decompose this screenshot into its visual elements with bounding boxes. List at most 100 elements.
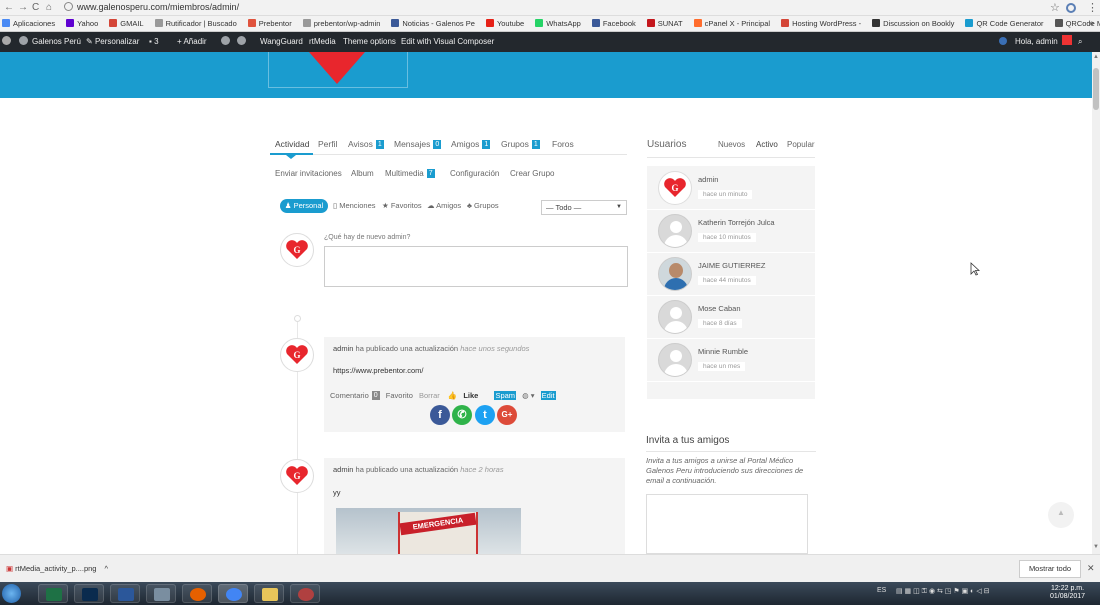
bookmark-item[interactable]: QR Code Generator bbox=[963, 16, 1044, 31]
comments-link[interactable]: ▪ 3 bbox=[149, 32, 159, 52]
bookmark-star-icon[interactable]: ☆ bbox=[1050, 1, 1060, 14]
bookmark-item[interactable]: Prebentor bbox=[246, 16, 292, 31]
bookmark-item[interactable]: GMAIL bbox=[107, 16, 144, 31]
start-button[interactable] bbox=[2, 584, 21, 603]
tab-mensajes[interactable]: Mensajes 0 bbox=[394, 139, 442, 149]
delete-button[interactable]: Borrar bbox=[419, 391, 440, 400]
edit-button[interactable]: Edit bbox=[540, 391, 556, 400]
info-icon[interactable] bbox=[64, 2, 73, 11]
twitter-icon[interactable]: t bbox=[475, 405, 495, 425]
bookmark-item[interactable]: prebentor/wp-admin bbox=[301, 16, 380, 31]
users-tab-active[interactable]: Activo bbox=[756, 140, 778, 149]
tab-amigos[interactable]: Amigos 1 bbox=[451, 139, 491, 149]
bookmarks-overflow-button[interactable]: » bbox=[1088, 16, 1094, 31]
activity-time[interactable]: hace 2 horas bbox=[460, 465, 503, 474]
users-tab-popular[interactable]: Popular bbox=[787, 140, 815, 149]
avatar[interactable] bbox=[658, 300, 692, 334]
customize-link[interactable]: ✎ Personalizar bbox=[86, 32, 139, 52]
back-to-top-button[interactable]: ▲ bbox=[1048, 502, 1074, 528]
bookmark-item[interactable]: Yahoo bbox=[64, 16, 98, 31]
filter-groups[interactable]: ♣ Grupos bbox=[467, 201, 499, 210]
word-app-icon[interactable] bbox=[110, 584, 140, 603]
tray-icons[interactable]: ▤ ▦ ◫ ⚿ ◉ ⇆ ◳ ⚑ ▣ ◐ ◁ ⊟ bbox=[896, 587, 990, 596]
photoshop-app-icon[interactable] bbox=[74, 584, 104, 603]
firefox-app-icon[interactable] bbox=[182, 584, 212, 603]
back-button[interactable]: ← bbox=[4, 2, 14, 13]
activity-filter-select[interactable]: — Todo — ▼ bbox=[541, 200, 627, 215]
account-menu[interactable]: Hola, admin bbox=[1015, 32, 1072, 52]
bookmark-item[interactable]: Discussion on Bookly bbox=[870, 16, 954, 31]
bookmark-item[interactable]: Aplicaciones bbox=[0, 16, 55, 31]
forward-button[interactable]: → bbox=[18, 2, 28, 13]
search-icon[interactable]: ⌕ bbox=[1078, 32, 1082, 52]
avatar[interactable] bbox=[658, 214, 692, 248]
invite-email-textarea[interactable] bbox=[646, 494, 808, 554]
tab-foros[interactable]: Foros bbox=[552, 139, 574, 149]
activity-user-link[interactable]: admin bbox=[333, 344, 353, 353]
bookmark-item[interactable]: Rutificador | Buscado bbox=[153, 16, 237, 31]
bookmark-item[interactable]: SUNAT bbox=[645, 16, 683, 31]
user-name-link[interactable]: Mose Caban bbox=[698, 304, 741, 313]
home-button[interactable]: ⌂ bbox=[46, 2, 52, 13]
avatar[interactable] bbox=[658, 257, 692, 291]
address-bar[interactable]: www.galenosperu.com/miembros/admin/ bbox=[64, 1, 1054, 14]
bookmark-item[interactable]: Facebook bbox=[590, 16, 636, 31]
facebook-icon[interactable]: f bbox=[430, 405, 450, 425]
activity-content[interactable]: https://www.prebentor.com/ bbox=[333, 366, 423, 375]
subtab-create-group[interactable]: Crear Grupo bbox=[510, 169, 554, 178]
bookmark-item[interactable]: cPanel X - Principal bbox=[692, 16, 770, 31]
activity-image[interactable]: EMERGENCIA bbox=[336, 508, 521, 554]
extension-icon[interactable] bbox=[1066, 3, 1076, 13]
bookmark-item[interactable]: Noticias - Galenos Pe bbox=[389, 16, 475, 31]
show-all-downloads-button[interactable]: Mostrar todo bbox=[1019, 560, 1081, 578]
wangguard-link[interactable]: WangGuard bbox=[260, 32, 303, 52]
bookmark-item[interactable]: WhatsApp bbox=[533, 16, 581, 31]
tool-app-icon[interactable] bbox=[146, 584, 176, 603]
privacy-icon[interactable]: ◍ ▾ bbox=[522, 391, 534, 400]
browser-menu-icon[interactable]: ⋮ bbox=[1087, 1, 1098, 14]
reload-button[interactable]: C bbox=[32, 2, 39, 13]
thumbs-up-icon[interactable]: 👍 bbox=[448, 391, 457, 400]
whatsapp-icon[interactable]: ✆ bbox=[452, 405, 472, 425]
scrollbar-thumb[interactable] bbox=[1093, 68, 1099, 110]
clock[interactable]: 12:22 p.m. 01/08/2017 bbox=[1050, 585, 1085, 601]
chrome-app-icon[interactable] bbox=[218, 584, 248, 603]
avatar[interactable]: G bbox=[658, 171, 692, 205]
tab-grupos[interactable]: Grupos 1 bbox=[501, 139, 540, 149]
misc-app-icon[interactable] bbox=[290, 584, 320, 603]
tab-perfil[interactable]: Perfil bbox=[318, 139, 337, 149]
new-content-link[interactable]: + Añadir bbox=[177, 32, 207, 52]
theme-options-link[interactable]: Theme options bbox=[343, 32, 396, 52]
status-dot-icon[interactable] bbox=[237, 32, 250, 52]
page-scrollbar[interactable]: ▲ ▼ bbox=[1092, 52, 1100, 554]
bookmark-item[interactable]: Youtube bbox=[484, 16, 524, 31]
updates-icon[interactable] bbox=[999, 32, 1007, 52]
activity-time[interactable]: hace unos segundos bbox=[460, 344, 529, 353]
user-name-link[interactable]: Minnie Rumble bbox=[698, 347, 748, 356]
subtab-invites[interactable]: Enviar invitaciones bbox=[275, 169, 342, 178]
tab-avisos[interactable]: Avisos 1 bbox=[348, 139, 384, 149]
language-indicator[interactable]: ES bbox=[877, 587, 886, 594]
user-name-link[interactable]: Katherin Torrejón Julca bbox=[698, 218, 775, 227]
tab-actividad[interactable]: Actividad bbox=[275, 139, 310, 149]
yoast-icon[interactable] bbox=[221, 32, 234, 52]
user-name-link[interactable]: JAIME GUTIERREZ bbox=[698, 261, 766, 270]
excel-app-icon[interactable] bbox=[38, 584, 68, 603]
rtmedia-link[interactable]: rtMedia bbox=[309, 32, 336, 52]
user-name-link[interactable]: admin bbox=[698, 175, 718, 184]
filter-favorites[interactable]: ★ Favoritos bbox=[382, 201, 422, 210]
avatar[interactable] bbox=[658, 343, 692, 377]
like-button[interactable]: Like bbox=[463, 391, 478, 400]
chevron-up-icon[interactable]: ^ bbox=[104, 564, 108, 573]
googleplus-icon[interactable]: G+ bbox=[497, 405, 517, 425]
comment-button[interactable]: Comentario 0 bbox=[330, 391, 380, 400]
favorite-button[interactable]: Favorito bbox=[386, 391, 413, 400]
activity-user-link[interactable]: admin bbox=[333, 465, 353, 474]
wordpress-icon[interactable] bbox=[2, 32, 15, 52]
subtab-config[interactable]: Configuración bbox=[450, 169, 499, 178]
spam-button[interactable]: Spam bbox=[494, 391, 517, 400]
download-item[interactable]: ▣ rtMedia_activity_p....png ^ bbox=[6, 564, 108, 573]
filter-mentions[interactable]: ▯ Menciones bbox=[333, 201, 376, 210]
explorer-app-icon[interactable] bbox=[254, 584, 284, 603]
users-tab-new[interactable]: Nuevos bbox=[718, 140, 745, 149]
